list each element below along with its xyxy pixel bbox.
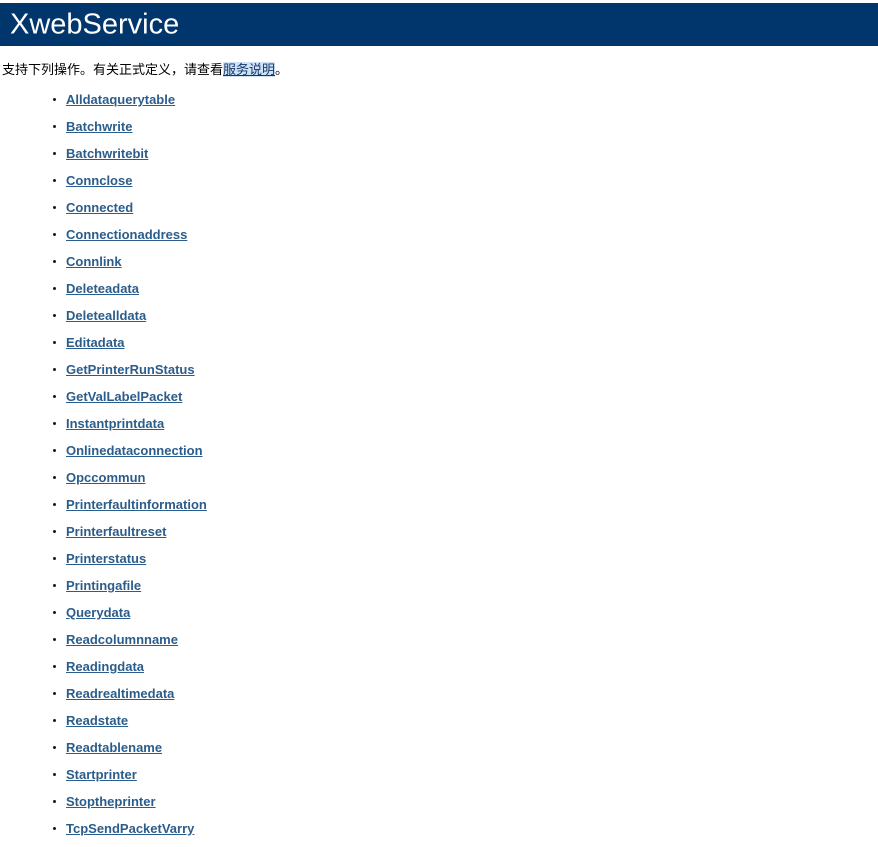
list-item: Readcolumnname (53, 626, 207, 653)
list-item: Connlink (53, 248, 207, 275)
operation-link[interactable]: Connectionaddress (66, 227, 187, 242)
bullet-icon (53, 314, 56, 317)
list-item: Startprinter (53, 761, 207, 788)
operation-link[interactable]: Instantprintdata (66, 416, 164, 431)
webservice-page: XwebService 支持下列操作。有关正式定义，请查看服务说明。 Allda… (0, 0, 878, 847)
list-item: Printerfaultinformation (53, 491, 207, 518)
bullet-icon (53, 530, 56, 533)
operation-link[interactable]: GetPrinterRunStatus (66, 362, 195, 377)
operation-link[interactable]: Connected (66, 200, 133, 215)
operation-link[interactable]: Startprinter (66, 767, 137, 782)
list-item: Readrealtimedata (53, 680, 207, 707)
operation-link[interactable]: TcpSendPacketVarry (66, 821, 194, 836)
bullet-icon (53, 692, 56, 695)
list-item: Alldataquerytable (53, 86, 207, 113)
bullet-icon (53, 827, 56, 830)
operation-link[interactable]: Querydata (66, 605, 130, 620)
bullet-icon (53, 584, 56, 587)
list-item: Batchwrite (53, 113, 207, 140)
bullet-icon (53, 206, 56, 209)
operation-link[interactable]: Printerstatus (66, 551, 146, 566)
bullet-icon (53, 125, 56, 128)
operation-link[interactable]: Batchwritebit (66, 146, 148, 161)
operation-link[interactable]: Onlinedataconnection (66, 443, 203, 458)
operation-link[interactable]: GetValLabelPacket (66, 389, 182, 404)
bullet-icon (53, 476, 56, 479)
list-item: Instantprintdata (53, 410, 207, 437)
service-description-link[interactable]: 服务说明 (223, 62, 276, 77)
intro-text-before-link: 支持下列操作。有关正式定义，请查看 (2, 62, 224, 77)
bullet-icon (53, 800, 56, 803)
list-item: GetValLabelPacket (53, 383, 207, 410)
page-header-band: XwebService (0, 3, 878, 46)
bullet-icon (53, 179, 56, 182)
operation-link[interactable]: Stoptheprinter (66, 794, 156, 809)
list-item: TcpSendPacketVarry (53, 815, 207, 842)
list-item: Onlinedataconnection (53, 437, 207, 464)
list-item: Deleteadata (53, 275, 207, 302)
bullet-icon (53, 260, 56, 263)
bullet-icon (53, 746, 56, 749)
operation-link[interactable]: Deletealldata (66, 308, 146, 323)
list-item: Stoptheprinter (53, 788, 207, 815)
operation-link[interactable]: Readstate (66, 713, 128, 728)
operation-link[interactable]: Printerfaultreset (66, 524, 166, 539)
list-item: Printingafile (53, 572, 207, 599)
operation-link[interactable]: Readingdata (66, 659, 144, 674)
bullet-icon (53, 152, 56, 155)
list-item: Connclose (53, 167, 207, 194)
bullet-icon (53, 287, 56, 290)
bullet-icon (53, 773, 56, 776)
list-item: Printerfaultreset (53, 518, 207, 545)
operation-link[interactable]: Readtablename (66, 740, 162, 755)
list-item: GetPrinterRunStatus (53, 356, 207, 383)
list-item: Deletealldata (53, 302, 207, 329)
bullet-icon (53, 638, 56, 641)
bullet-icon (53, 449, 56, 452)
bullet-icon (53, 665, 56, 668)
bullet-icon (53, 233, 56, 236)
intro-text-after-link: 。 (275, 62, 289, 77)
list-item: Editadata (53, 329, 207, 356)
operation-link[interactable]: Printerfaultinformation (66, 497, 207, 512)
bullet-icon (53, 557, 56, 560)
operation-link[interactable]: Readrealtimedata (66, 686, 174, 701)
page-title: XwebService (10, 8, 180, 40)
operation-link[interactable]: Alldataquerytable (66, 92, 175, 107)
list-item: Opccommun (53, 464, 207, 491)
list-item: Readingdata (53, 653, 207, 680)
list-item: Connectionaddress (53, 221, 207, 248)
bullet-icon (53, 611, 56, 614)
bullet-icon (53, 503, 56, 506)
operation-link[interactable]: Readcolumnname (66, 632, 178, 647)
operation-link[interactable]: Editadata (66, 335, 125, 350)
operation-link[interactable]: Batchwrite (66, 119, 132, 134)
list-item: Printerstatus (53, 545, 207, 572)
list-item: Querydata (53, 599, 207, 626)
operation-link[interactable]: Opccommun (66, 470, 145, 485)
operation-link[interactable]: Connlink (66, 254, 122, 269)
operation-link[interactable]: Deleteadata (66, 281, 139, 296)
operations-list: Alldataquerytable Batchwrite Batchwritebit… (0, 86, 207, 842)
bullet-icon (53, 395, 56, 398)
bullet-icon (53, 719, 56, 722)
list-item: Connected (53, 194, 207, 221)
bullet-icon (53, 368, 56, 371)
bullet-icon (53, 341, 56, 344)
operation-link[interactable]: Printingafile (66, 578, 141, 593)
intro-paragraph: 支持下列操作。有关正式定义，请查看服务说明。 (2, 61, 288, 78)
list-item: Readtablename (53, 734, 207, 761)
list-item: Batchwritebit (53, 140, 207, 167)
list-item: Readstate (53, 707, 207, 734)
operation-link[interactable]: Connclose (66, 173, 132, 188)
bullet-icon (53, 98, 56, 101)
bullet-icon (53, 422, 56, 425)
